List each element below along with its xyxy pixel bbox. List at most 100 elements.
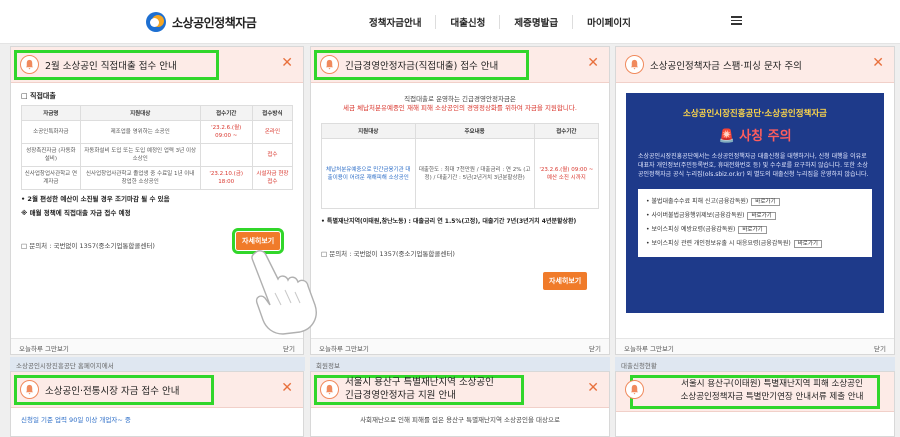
table-header: 접수방식 <box>251 105 294 121</box>
site-logo[interactable]: 소상공인정책자금 <box>146 12 257 32</box>
loan-table: 자금명 지원대상 접수기간 접수방식 소공인특화자금 제조업을 영위하는 소공인… <box>21 105 294 190</box>
intro-line: 세금 체납처분유예중인 재해 피해 소상공인의 경영정상화를 위하여 자금을 지… <box>343 104 577 112</box>
popup-title: 2월 소상공인 직접대출 접수 안내 <box>45 61 177 72</box>
close-icon[interactable]: ✕ <box>587 380 599 396</box>
list-item: • 불법대출수수료 피해 신고(금융감독원) 바로가기 <box>646 195 864 209</box>
hide-today-link[interactable]: 오늘하루 그만보기 <box>19 345 69 353</box>
close-link[interactable]: 닫기 <box>589 343 601 353</box>
logo-icon <box>146 12 166 32</box>
close-icon[interactable]: ✕ <box>281 380 293 396</box>
popup-title: 서울시 용산구(이태원) 특별재난지역 피해 소상공인 소상공인정책자금 특별만… <box>680 379 864 402</box>
warning-text: 소상공인시장진흥공단에서는 소상공인정책자금 대출신청을 대행하거나, 신청 대… <box>638 153 869 178</box>
popup-spam-warning: 소상공인정책자금 스팸·피싱 문자 주의 ✕ 소상공인시장진흥공단·소상공인정책… <box>615 46 895 355</box>
bell-icon <box>20 380 39 399</box>
alarm-icon: 🚨 <box>718 129 740 144</box>
nav-loan-apply[interactable]: 대출신청 <box>436 15 501 29</box>
bell-icon <box>625 55 644 74</box>
hamburger-menu-icon[interactable] <box>731 16 742 25</box>
popup-market-fund: 소상공인·전통시장 자금 접수 안내 ✕ 신청일 기준 업력 90일 이상 개업… <box>10 371 304 437</box>
popup-header: 서울시 용산구(이태원) 특별재난지역 피해 소상공인 소상공인정책자금 특별만… <box>616 372 894 412</box>
nav-certificate[interactable]: 제증명발급 <box>500 15 574 29</box>
warning-org-title: 소상공인시장진흥공단·소상공인정책자금 <box>683 109 827 119</box>
popup-header: 소상공인·전통시장 자금 접수 안내 ✕ <box>11 372 303 408</box>
popup-header: 서울시 용산구 특별재난지역 소상공인 긴급경영안정자금 지원 안내 ✕ <box>311 372 609 408</box>
popup-emergency-fund: 긴급경영안정자금(직접대출) 접수 안내 ✕ 직접대출로 운영하는 긴급경영안정… <box>310 46 610 355</box>
popup-yongsan-fund: 서울시 용산구 특별재난지역 소상공인 긴급경영안정자금 지원 안내 ✕ 사회재… <box>310 371 610 437</box>
contact-info: □ 문의처 : 국번없이 1357(중소기업통합콜센터) <box>321 250 455 258</box>
table-header: 지원대상 <box>321 123 416 139</box>
table-cell: 성장촉진자금 (자동화설비) <box>21 143 81 167</box>
table-row: 소공인특화자금 제조업을 영위하는 소공인 '23.2.6.(월) 09:00 … <box>21 120 294 144</box>
popup-footer: 오늘하루 그만보기 닫기 <box>311 338 609 354</box>
go-button[interactable]: 바로가기 <box>738 226 767 234</box>
bell-icon <box>320 380 339 399</box>
popup-body: 신청일 기준 업력 90일 이상 개업자~ 중 <box>21 416 131 424</box>
table-cell: 대출한도 : 최대 7천만원 / 대출금리 : 연 2% (고정) / 대출기간… <box>414 138 535 209</box>
popup-header: 소상공인정책자금 스팸·피싱 문자 주의 ✕ <box>616 47 894 83</box>
popup-body: 사회재난으로 인해 피해를 입은 용산구 특별재난지역 소상공인을 대상으로 <box>360 416 560 424</box>
close-link[interactable]: 닫기 <box>874 343 886 353</box>
table-cell: 시설자금 현장 접수 <box>251 166 294 190</box>
background-strip: 회원정보 <box>310 357 610 371</box>
popup-title: 소상공인·전통시장 자금 접수 안내 <box>45 386 180 397</box>
bell-icon <box>320 55 339 74</box>
report-link-list: • 불법대출수수료 피해 신고(금융감독원) 바로가기 • 사이버불법금융행위제보… <box>638 189 872 257</box>
table-cell: 제조업을 영위하는 소공인 <box>79 120 201 144</box>
table-row: 체납처분유예중으로 민간금융기관 대출이용이 어려운 재해피해 소상공인 대출한… <box>321 138 600 209</box>
table-cell: '23.2.6.(월) 09:00 ~ 예산 소진 시까지 <box>533 138 600 209</box>
notice-special-zone: • 특별재난지역(이태원,참난노동) : 대출금리 연 1.5%(고정), 대출… <box>321 218 577 225</box>
nav-policy-fund[interactable]: 정책자금안내 <box>355 15 437 29</box>
popup-title: 서울시 용산구 특별재난지역 소상공인 긴급경영안정자금 지원 안내 <box>345 377 494 401</box>
fund-table: 지원대상 주요내용 접수기간 체납처분유예중으로 민간금융기관 대출이용이 어려… <box>321 123 600 209</box>
table-cell: 소공인특화자금 <box>21 120 81 144</box>
popup-footer: 오늘하루 그만보기 닫기 <box>616 338 894 354</box>
table-header: 지원대상 <box>79 105 201 121</box>
table-cell <box>199 143 253 167</box>
pointing-hand-icon <box>251 250 317 335</box>
go-button[interactable]: 바로가기 <box>747 212 776 220</box>
background-strip: 대출신청현황 <box>615 357 895 371</box>
bell-icon <box>20 55 39 74</box>
popup-title: 긴급경영안정자금(직접대출) 접수 안내 <box>345 61 499 72</box>
detail-view-button[interactable]: 자세히보기 <box>543 272 588 290</box>
table-cell: 체납처분유예중으로 민간금융기관 대출이용이 어려운 재해피해 소상공인 <box>321 138 416 209</box>
background-strip: 소상공인시장진흥공단 홈페이지에서 <box>10 357 305 371</box>
bell-icon <box>625 380 644 399</box>
table-cell: 신사업창업사관학교 졸업생 중 수료일 1년 이내 창업한 소상공인 <box>79 166 201 190</box>
table-cell: '23.2.10.(금) 18:00 <box>199 166 253 190</box>
popup-footer: 오늘하루 그만보기 닫기 <box>11 338 303 354</box>
hide-today-link[interactable]: 오늘하루 그만보기 <box>624 345 674 353</box>
table-header: 접수기간 <box>199 105 253 121</box>
go-button[interactable]: 바로가기 <box>751 198 780 206</box>
popup-body: 직접대출로 운영하는 긴급경영안정자금은 세금 체납처분유예중인 재해 피해 소… <box>311 83 609 266</box>
close-icon[interactable]: ✕ <box>872 55 884 71</box>
popup-title: 소상공인정책자금 스팸·피싱 문자 주의 <box>650 61 802 72</box>
warning-headline: 🚨 사칭 주의 <box>718 129 792 144</box>
list-item: • 보이스피싱 예방요령(금융감독원) 바로가기 <box>646 223 864 237</box>
main-nav: 정책자금안내 대출신청 제증명발급 마이페이지 <box>355 15 645 29</box>
close-icon[interactable]: ✕ <box>587 55 599 71</box>
logo-text: 소상공인정책자금 <box>172 15 257 30</box>
close-link[interactable]: 닫기 <box>283 343 295 353</box>
table-header: 접수기간 <box>533 123 600 139</box>
list-item: • 보이스피싱 관련 개인정보유출 시 대응요령(금융감독원) 바로가기 <box>646 237 864 251</box>
table-cell: 자동화설비 도입 또는 도입 예정인 업력 3년 이상 소상인 <box>79 143 201 167</box>
nav-mypage[interactable]: 마이페이지 <box>573 15 645 29</box>
table-cell: 접수 <box>251 143 294 167</box>
table-cell: 온라인 <box>251 120 294 144</box>
section-title: □ 직접대출 <box>21 92 56 100</box>
site-header: 소상공인정책자금 정책자금안내 대출신청 제증명발급 마이페이지 <box>0 0 900 44</box>
table-cell: '23.2.6.(월) 09:00 ~ <box>199 120 253 144</box>
notice-budget: • 2월 편성한 예산이 소진될 경우 조기마감 될 수 있음 <box>21 195 170 203</box>
table-cell: 신사업창업사관학교 연계자금 <box>21 166 81 190</box>
list-item: • 사이버불법금융행위제보(금융감독원) 바로가기 <box>646 209 864 223</box>
warning-panel: 소상공인시장진흥공단·소상공인정책자금 🚨 사칭 주의 소상공인시장진흥공단에서… <box>626 93 884 313</box>
table-row: 신사업창업사관학교 연계자금 신사업창업사관학교 졸업생 중 수료일 1년 이내… <box>21 166 294 190</box>
close-icon[interactable]: ✕ <box>281 55 293 71</box>
go-button[interactable]: 바로가기 <box>793 240 822 248</box>
popup-header: 긴급경영안정자금(직접대출) 접수 안내 ✕ <box>311 47 609 83</box>
table-row: 성장촉진자금 (자동화설비) 자동화설비 도입 또는 도입 예정인 업력 3년 … <box>21 143 294 167</box>
popup-yongsan-extension: 서울시 용산구(이태원) 특별재난지역 피해 소상공인 소상공인정책자금 특별만… <box>615 371 895 437</box>
notice-monthly: ※ 매월 정책에 직접대출 자금 접수 예정 <box>21 209 131 217</box>
hide-today-link[interactable]: 오늘하루 그만보기 <box>319 345 369 353</box>
